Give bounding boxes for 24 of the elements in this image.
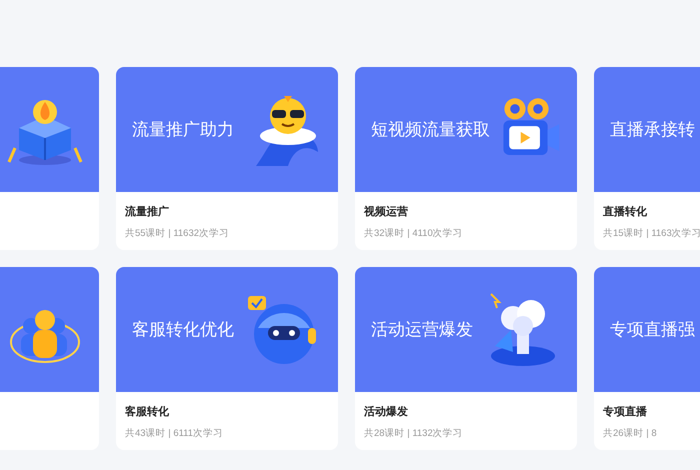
course-card[interactable]: 客服转化优化 客服转化 共43课时 | 6111次学习	[116, 267, 338, 450]
course-title: 客服转化	[125, 404, 170, 420]
banner-title: 专项直播强	[610, 318, 695, 341]
banner-title: 活动运营爆发	[371, 318, 473, 341]
course-stats: 共32课时 | 4110次学习	[364, 226, 464, 240]
course-stats: 共26课时 | 8	[603, 426, 658, 440]
course-title: 流量推广	[125, 204, 170, 220]
course-title: 直播转化	[603, 204, 648, 220]
course-title: 活动爆发	[364, 404, 409, 420]
course-card[interactable]: 短视频流量获取 视频运营 共32课时 | 4110次学习	[355, 67, 577, 250]
course-card[interactable]: 专项直播强 专项直播 共26课时 | 8	[594, 267, 700, 450]
course-card[interactable]: 流量推广助力 流量推广 共55课时 | 11632次学习	[116, 67, 338, 250]
course-stats: 共28课时 | 1132次学习	[364, 426, 464, 440]
course-title: 视频运营	[364, 204, 409, 220]
course-card[interactable]: 直播承接转 直播转化 共15课时 | 1163次学习	[594, 67, 700, 250]
banner-title: 短视频流量获取	[371, 118, 490, 141]
course-card[interactable]: 活动运营爆发 活动爆发 共28课时 | 1132次学习	[355, 267, 577, 450]
course-title: 专项直播	[603, 404, 648, 420]
course-stats: 共15课时 | 1163次学习	[603, 226, 700, 240]
course-stats: 共55课时 | 11632次学习	[125, 226, 230, 240]
banner-title: 流量推广助力	[132, 118, 234, 141]
banner-title: 客服转化优化	[132, 318, 234, 341]
course-stats: 共43课时 | 6111次学习	[125, 426, 224, 440]
banner-title: 直播承接转	[610, 118, 695, 141]
